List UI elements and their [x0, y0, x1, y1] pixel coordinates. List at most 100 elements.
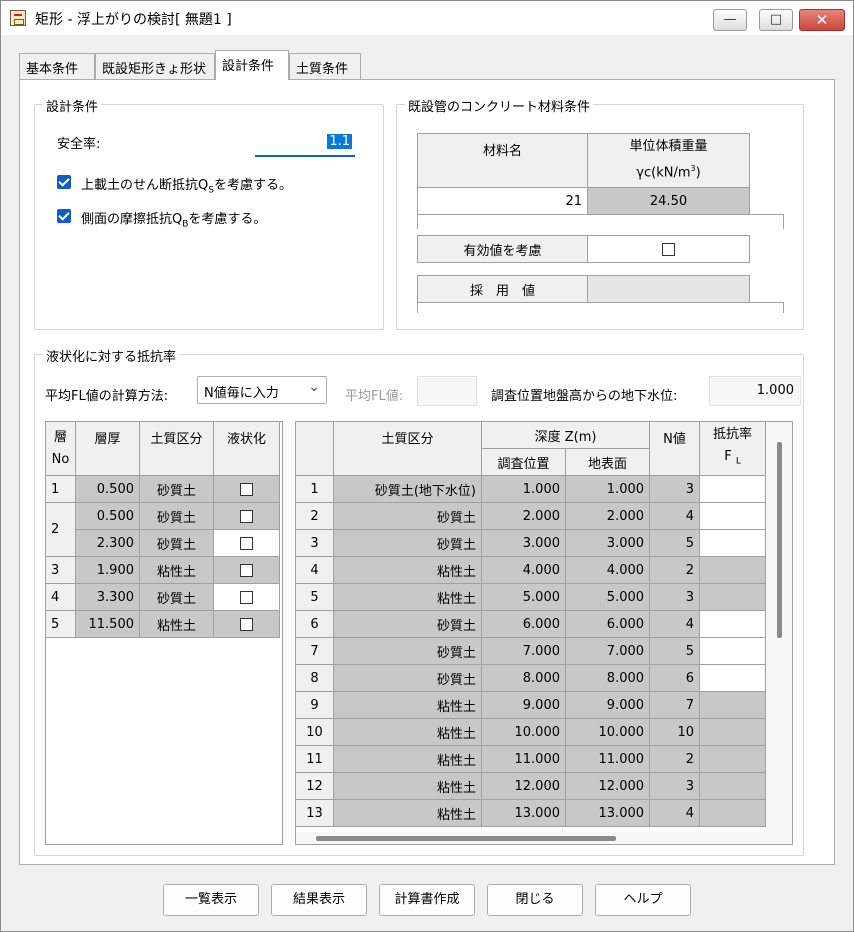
tab-basic-conditions[interactable]: 基本条件 [19, 53, 95, 79]
surface-depth-cell: 6.000 [564, 610, 651, 638]
fl-cell[interactable] [699, 664, 767, 692]
layer-no-cell: 4 [46, 583, 76, 611]
surface-depth-cell: 5.000 [564, 583, 651, 611]
n-value-cell[interactable]: 5 [649, 637, 701, 665]
n-value-cell[interactable]: 6 [649, 664, 701, 692]
close-button[interactable]: ✕ [799, 9, 845, 31]
tab-soil-conditions[interactable]: 土質条件 [289, 53, 361, 79]
layer-liquefy-cell[interactable] [213, 610, 280, 638]
tab-existing-shape[interactable]: 既設矩形きょ形状 [95, 53, 215, 79]
table-row: 1 砂質土(地下水位) 1.000 1.000 3 [296, 475, 767, 503]
row-number: 11 [296, 745, 334, 773]
liquefy-checkbox[interactable] [240, 509, 253, 523]
fl-cell [699, 745, 767, 773]
layer-liquefy-cell[interactable] [213, 502, 280, 530]
maximize-button[interactable]: □ [759, 9, 793, 31]
fl-cell[interactable] [699, 529, 767, 557]
layer-liquefy-cell[interactable] [213, 529, 280, 557]
layer-liquefy-cell[interactable] [213, 583, 280, 611]
n-value-cell[interactable]: 2 [649, 745, 701, 773]
row-number: 6 [296, 610, 334, 638]
layer-thickness-header: 層厚 [75, 422, 140, 476]
liquefy-checkbox[interactable] [240, 482, 253, 496]
row-number: 2 [296, 502, 334, 530]
n-value-cell[interactable]: 5 [649, 529, 701, 557]
fl-method-select[interactable]: N値毎に入力 ⌄ [197, 376, 327, 404]
fl-cell[interactable] [699, 502, 767, 530]
survey-depth-cell: 4.000 [481, 556, 566, 584]
layer-liquefy-cell[interactable] [213, 475, 280, 503]
row-number: 3 [296, 529, 334, 557]
title-bar: 矩形 - 浮上がりの検討[ 無題1 ] — □ ✕ [1, 1, 853, 35]
minimize-button[interactable]: — [713, 9, 747, 31]
unit-weight-cell: 24.50 [587, 187, 750, 215]
layer-thickness-cell: 11.500 [75, 610, 140, 638]
layer-liquefy-cell[interactable] [213, 556, 280, 584]
effective-value-cell[interactable] [587, 235, 750, 263]
n-value-cell[interactable]: 4 [649, 502, 701, 530]
table-row: 12 粘性土 12.000 12.000 3 [296, 772, 767, 800]
tab-panel: 設計条件 安全率: 1.1 上載土のせん断抵抗QSを考慮する。 側面の摩擦抵抗Q… [19, 79, 835, 865]
n-value-cell[interactable]: 2 [649, 556, 701, 584]
table-row: 2 0.500 砂質土 [46, 502, 280, 557]
adopted-value-label: 採 用 値 [417, 275, 588, 303]
hscroll-thumb[interactable] [316, 836, 616, 841]
groundwater-label: 調査位置地盤高からの地下水位: [491, 389, 678, 404]
layer-thickness-cell: 1.900 [75, 556, 140, 584]
surface-depth-header: 地表面 [564, 448, 651, 476]
table-row: 5 粘性土 5.000 5.000 3 [296, 583, 767, 611]
n-soil-cell: 砂質土 [333, 664, 482, 692]
n-value-cell[interactable]: 3 [649, 583, 701, 611]
vscroll-thumb[interactable] [777, 442, 782, 638]
safety-factor-input[interactable]: 1.1 [255, 129, 355, 157]
liquefy-checkbox[interactable] [240, 590, 253, 604]
fl-cell [699, 583, 767, 611]
layer-soil-cell: 粘性土 [139, 556, 214, 584]
n-value-cell[interactable]: 3 [649, 772, 701, 800]
n-table-hscrollbar[interactable] [296, 832, 768, 844]
row-number: 4 [296, 556, 334, 584]
liquefy-checkbox[interactable] [240, 617, 253, 631]
list-view-button[interactable]: 一覧表示 [163, 884, 259, 916]
fl-cell[interactable] [699, 610, 767, 638]
fl-cell[interactable] [699, 637, 767, 665]
create-report-button[interactable]: 計算書作成 [379, 884, 475, 916]
n-value-cell[interactable]: 3 [649, 475, 701, 503]
table-row: 2.300 砂質土 [46, 529, 280, 557]
effective-value-checkbox[interactable] [662, 242, 675, 256]
concrete-table: 材料名 単位体積重量 γc(kN/m3) 21 24.50 [417, 133, 784, 229]
unit-weight-header: 単位体積重量 γc(kN/m3) [587, 133, 750, 188]
effective-value-label: 有効値を考慮 [417, 235, 588, 263]
fl-cell[interactable] [699, 475, 767, 503]
n-value-cell[interactable]: 10 [649, 718, 701, 746]
table-row: 9 粘性土 9.000 9.000 7 [296, 691, 767, 719]
liquefy-checkbox[interactable] [240, 563, 253, 577]
side-friction-checkbox[interactable] [57, 209, 71, 223]
material-name-cell[interactable]: 21 [417, 187, 588, 215]
table-row: 2 砂質土 2.000 2.000 4 [296, 502, 767, 530]
n-soil-cell: 砂質土(地下水位) [333, 475, 482, 503]
n-value-cell[interactable]: 4 [649, 799, 701, 827]
n-value-cell[interactable]: 7 [649, 691, 701, 719]
survey-depth-cell: 12.000 [481, 772, 566, 800]
shear-resistance-checkbox[interactable] [57, 175, 71, 189]
liquefy-checkbox[interactable] [240, 536, 253, 550]
table-row: 13 粘性土 13.000 13.000 4 [296, 799, 767, 827]
survey-depth-cell: 1.000 [481, 475, 566, 503]
adopted-value-table: 採 用 値 [417, 275, 784, 313]
show-results-button[interactable]: 結果表示 [271, 884, 367, 916]
help-button[interactable]: ヘルプ [595, 884, 691, 916]
groundwater-input[interactable]: 1.000 [709, 376, 801, 406]
tab-design-conditions[interactable]: 設計条件 [215, 50, 289, 80]
surface-depth-cell: 2.000 [564, 502, 651, 530]
n-table-vscrollbar[interactable] [766, 422, 792, 844]
fl-cell [699, 772, 767, 800]
layer-liquefy-header: 液状化 [213, 422, 280, 476]
chevron-down-icon: ⌄ [308, 379, 320, 395]
adopted-value-cell [587, 275, 750, 303]
row-number: 7 [296, 637, 334, 665]
table-row: 10 粘性土 10.000 10.000 10 [296, 718, 767, 746]
n-value-cell[interactable]: 4 [649, 610, 701, 638]
close-dialog-button[interactable]: 閉じる [487, 884, 583, 916]
groundwater-value: 1.000 [756, 383, 794, 398]
